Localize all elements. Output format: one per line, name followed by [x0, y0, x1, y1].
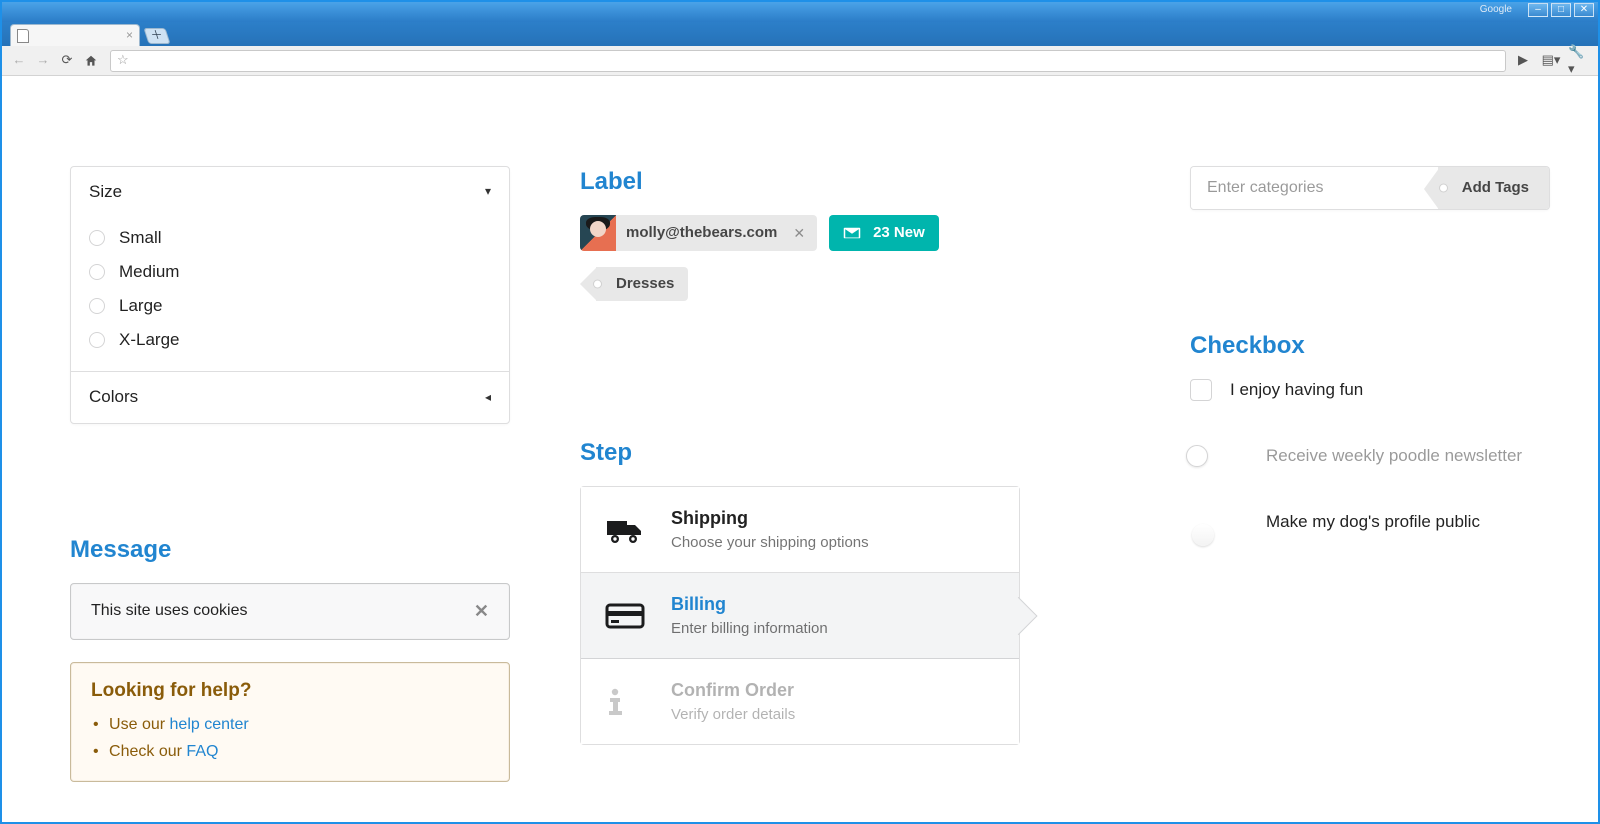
step-title: Confirm Order	[671, 679, 795, 702]
radio-medium[interactable]: Medium	[71, 255, 509, 289]
step-title: Billing	[671, 593, 828, 616]
checkbox-heading: Checkbox	[1190, 330, 1600, 361]
step-shipping[interactable]: Shipping Choose your shipping options	[581, 487, 1019, 573]
column-3: Add Tags Checkbox I enjoy having fun Rec…	[1190, 166, 1600, 782]
help-title: Looking for help?	[91, 679, 489, 704]
credit-card-icon	[605, 602, 649, 630]
window-titlebar: Google – □ ✕	[2, 2, 1598, 22]
page-content: Size ▾ Small Medium Large	[2, 76, 1598, 822]
radio-label: Large	[119, 295, 162, 317]
slider-newsletter[interactable]: Receive weekly poodle newsletter	[1190, 445, 1600, 467]
close-window-button[interactable]: ✕	[1574, 3, 1594, 17]
play-icon[interactable]: ▶	[1512, 50, 1534, 72]
minimize-button[interactable]: –	[1528, 3, 1548, 17]
radio-label: Small	[119, 227, 162, 249]
toolbar-right-cluster: ▶ ▤▾ 🔧▾	[1512, 50, 1592, 72]
column-1: Size ▾ Small Medium Large	[70, 166, 550, 782]
toggle-knob-icon	[1192, 524, 1214, 546]
close-icon[interactable]: ✕	[474, 600, 489, 623]
checkbox-label: I enjoy having fun	[1230, 379, 1363, 401]
browser-toolbar: ← → ⟳ ☆ ▶ ▤▾ 🔧▾	[2, 46, 1598, 76]
step-desc: Enter billing information	[671, 619, 828, 639]
radio-small[interactable]: Small	[71, 221, 509, 255]
add-tags-label: Add Tags	[1462, 178, 1529, 198]
help-center-link[interactable]: help center	[170, 716, 249, 733]
faq-link[interactable]: FAQ	[186, 743, 218, 760]
new-mail-label[interactable]: 23 New	[829, 215, 939, 251]
cookies-text: This site uses cookies	[91, 601, 248, 622]
tabstrip: × ＋	[2, 22, 1598, 46]
avatar-icon	[580, 215, 616, 251]
tag-dresses[interactable]: Dresses	[596, 267, 688, 301]
wrench-icon[interactable]: 🔧▾	[1568, 50, 1590, 72]
radio-icon	[89, 298, 105, 314]
step-billing[interactable]: Billing Enter billing information	[581, 573, 1019, 659]
browser-window: Google – □ ✕ × ＋ ← → ⟳ ☆ ▶ ▤▾ 🔧▾	[0, 0, 1600, 824]
help-item-1: Use our help center	[91, 712, 489, 739]
help-item-2: Check our FAQ	[91, 739, 489, 766]
forward-button[interactable]: →	[32, 50, 54, 72]
accordion-colors-header[interactable]: Colors ◂	[71, 372, 509, 422]
slider-knob-icon	[1186, 445, 1208, 467]
checkbox-enjoy-fun[interactable]: I enjoy having fun	[1190, 379, 1600, 401]
column-2: Label molly@thebears.com ✕ 23 New Dresse…	[580, 166, 1160, 782]
step-heading: Step	[580, 437, 1160, 468]
cookies-message: This site uses cookies ✕	[70, 583, 510, 640]
accordion-size-title: Size	[89, 181, 122, 203]
radio-icon	[89, 332, 105, 348]
label-row-1: molly@thebears.com ✕ 23 New	[580, 215, 1160, 251]
checkbox-icon	[1190, 379, 1212, 401]
user-email-text: molly@thebears.com	[616, 223, 787, 243]
accordion-size-content: Small Medium Large X-Large	[71, 217, 509, 371]
step-desc: Choose your shipping options	[671, 533, 869, 553]
help-item-text: Use our	[109, 716, 169, 733]
accordion-size-header[interactable]: Size ▾	[71, 167, 509, 217]
categories-input[interactable]	[1191, 167, 1438, 209]
mail-icon	[843, 226, 861, 240]
label-heading: Label	[580, 166, 1160, 197]
info-icon	[605, 687, 649, 717]
caret-down-icon: ▾	[485, 184, 491, 200]
browser-tab[interactable]: ×	[10, 24, 140, 46]
page-menu-icon[interactable]: ▤▾	[1540, 50, 1562, 72]
radio-xlarge[interactable]: X-Large	[71, 323, 509, 357]
add-tags-button[interactable]: Add Tags	[1438, 167, 1549, 209]
window-controls: – □ ✕	[1528, 3, 1594, 17]
steps: Shipping Choose your shipping options Bi…	[580, 486, 1020, 745]
radio-label: X-Large	[119, 329, 179, 351]
help-item-text: Check our	[109, 743, 186, 760]
radio-icon	[89, 230, 105, 246]
radio-large[interactable]: Large	[71, 289, 509, 323]
user-email-label[interactable]: molly@thebears.com ✕	[580, 215, 817, 251]
step-desc: Verify order details	[671, 705, 795, 725]
tag-text: Dresses	[616, 274, 674, 294]
home-button[interactable]	[80, 50, 102, 72]
back-button[interactable]: ←	[8, 50, 30, 72]
document-icon	[17, 29, 29, 43]
bookmark-star-icon[interactable]: ☆	[117, 52, 129, 69]
address-bar[interactable]: ☆	[110, 50, 1506, 72]
toggle-label: Make my dog's profile public	[1266, 511, 1480, 533]
message-heading: Message	[70, 534, 550, 565]
maximize-button[interactable]: □	[1551, 3, 1571, 17]
tab-close-icon[interactable]: ×	[126, 28, 133, 44]
radio-label: Medium	[119, 261, 179, 283]
accordion-colors-title: Colors	[89, 386, 138, 408]
tags-input-group: Add Tags	[1190, 166, 1550, 210]
accordion: Size ▾ Small Medium Large	[70, 166, 510, 424]
toggle-profile-public[interactable]: Make my dog's profile public	[1190, 511, 1600, 533]
help-message: Looking for help? Use our help center Ch…	[70, 662, 510, 782]
reload-button[interactable]: ⟳	[56, 50, 78, 72]
label-row-2: Dresses	[580, 267, 1160, 301]
step-confirm: Confirm Order Verify order details	[581, 659, 1019, 744]
titlebar-brand: Google	[1480, 3, 1512, 16]
new-tab-button[interactable]: ＋	[143, 28, 170, 44]
step-title: Shipping	[671, 507, 869, 530]
truck-icon	[605, 515, 649, 545]
caret-left-icon: ◂	[485, 390, 491, 406]
remove-label-icon[interactable]: ✕	[787, 224, 817, 242]
radio-icon	[89, 264, 105, 280]
new-mail-text: 23 New	[873, 223, 925, 243]
slider-label: Receive weekly poodle newsletter	[1266, 445, 1522, 467]
